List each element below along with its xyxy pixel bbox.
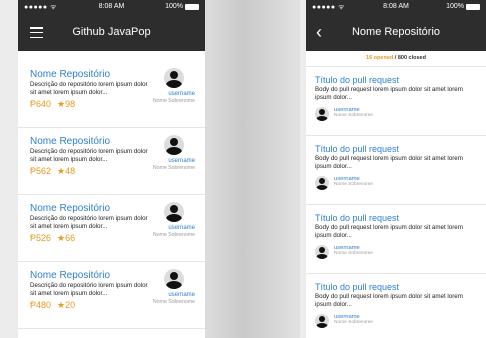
pull-list: Título do pull request Body do pull requ… <box>306 67 486 338</box>
repo-description: Descrição do repositório lorem ipsum dol… <box>30 148 148 163</box>
avatar <box>315 176 329 190</box>
star-count: 48 <box>65 166 76 176</box>
fork-count: 480 <box>36 300 52 310</box>
user-fullname: Nome Sobrenome <box>334 251 373 256</box>
battery-label: 100% <box>446 3 464 10</box>
list-item[interactable]: Título do pull request Body do pull requ… <box>306 136 486 205</box>
list-item[interactable]: Nome Repositório Descrição do repositóri… <box>18 128 205 195</box>
repo-list-screen: ●●●●● ᯤ 8:08 AM 100% Github JavaPop Nome… <box>18 0 205 338</box>
repo-name: Nome Repositório <box>30 69 111 80</box>
background-shade <box>205 0 300 338</box>
pull-body: Body do pull request lorem ipsum dolor s… <box>315 155 463 170</box>
avatar <box>164 68 184 88</box>
repo-stats: Ᵽ526 ★66 <box>30 233 75 244</box>
pull-title: Título do pull request <box>315 75 400 85</box>
avatar <box>315 314 329 328</box>
avatar <box>164 269 184 289</box>
username: username <box>168 91 195 97</box>
battery-indicator: 100% <box>165 3 199 10</box>
repo-name: Nome Repositório <box>30 136 111 147</box>
user-fullname: Nome Sobrenome <box>152 232 195 238</box>
star-icon: ★ <box>57 233 66 243</box>
user-fullname: Nome Sobrenome <box>334 113 373 118</box>
list-item[interactable]: Nome Repositório Descrição do repositóri… <box>18 195 205 262</box>
username: username <box>168 225 195 231</box>
battery-indicator: 100% <box>446 3 480 10</box>
pull-body: Body do pull request lorem ipsum dolor s… <box>315 293 463 308</box>
star-count: 20 <box>65 300 76 310</box>
repo-description: Descrição do repositório lorem ipsum dol… <box>30 81 148 96</box>
status-bar: ●●●●● ᯤ 8:08 AM 100% <box>306 0 486 15</box>
navigation-bar: ‹ Nome Repositório <box>306 15 486 51</box>
avatar <box>164 202 184 222</box>
pull-body: Body do pull request lorem ipsum dolor s… <box>315 86 463 101</box>
fork-count: 526 <box>36 233 52 243</box>
avatar <box>315 107 329 121</box>
star-icon: ★ <box>57 166 66 176</box>
repo-stats: Ᵽ480 ★20 <box>30 300 75 311</box>
battery-icon <box>466 3 480 10</box>
page-title: Github JavaPop <box>72 26 151 38</box>
battery-label: 100% <box>165 3 183 10</box>
navigation-bar: Github JavaPop <box>18 15 205 51</box>
fork-count: 640 <box>36 99 52 109</box>
list-item[interactable]: Título do pull request Body do pull requ… <box>306 274 486 338</box>
list-item[interactable]: Título do pull request Body do pull requ… <box>306 67 486 136</box>
repo-name: Nome Repositório <box>30 270 111 281</box>
fork-count: 562 <box>36 166 52 176</box>
page-title: Nome Repositório <box>351 26 441 38</box>
user-fullname: Nome Sobrenome <box>152 165 195 171</box>
repo-stats: Ᵽ640 ★98 <box>30 99 75 110</box>
star-icon: ★ <box>57 300 66 310</box>
pull-title: Título do pull request <box>315 213 400 223</box>
username: username <box>168 158 195 164</box>
repo-list: Nome Repositório Descrição do repositóri… <box>18 61 205 329</box>
pull-title: Título do pull request <box>315 282 400 292</box>
opened-count: 16 opened <box>366 55 394 61</box>
user-fullname: Nome Sobrenome <box>334 182 373 187</box>
closed-count: 800 closed <box>397 55 426 61</box>
pull-body: Body do pull request lorem ipsum dolor s… <box>315 224 463 239</box>
status-bar: ●●●●● ᯤ 8:08 AM 100% <box>18 0 205 15</box>
user-fullname: Nome Sobrenome <box>152 98 195 104</box>
user-fullname: Nome Sobrenome <box>152 299 195 305</box>
star-count: 66 <box>65 233 76 243</box>
list-item[interactable]: Nome Repositório Descrição do repositóri… <box>18 262 205 329</box>
username: username <box>168 292 195 298</box>
star-count: 98 <box>65 99 76 109</box>
repo-name: Nome Repositório <box>30 203 111 214</box>
repo-description: Descrição do repositório lorem ipsum dol… <box>30 282 148 297</box>
pull-summary: 16 opened / 800 closed <box>306 51 486 67</box>
avatar <box>164 135 184 155</box>
user-fullname: Nome Sobrenome <box>334 320 373 325</box>
pull-request-screen: ●●●●● ᯤ 8:08 AM 100% ‹ Nome Repositório … <box>306 0 486 338</box>
pull-title: Título do pull request <box>315 144 400 154</box>
repo-stats: Ᵽ562 ★48 <box>30 166 75 177</box>
list-item[interactable]: Nome Repositório Descrição do repositóri… <box>18 61 205 128</box>
battery-icon <box>185 3 199 10</box>
repo-description: Descrição do repositório lorem ipsum dol… <box>30 215 148 230</box>
star-icon: ★ <box>57 99 66 109</box>
avatar <box>315 245 329 259</box>
list-item[interactable]: Título do pull request Body do pull requ… <box>306 205 486 274</box>
